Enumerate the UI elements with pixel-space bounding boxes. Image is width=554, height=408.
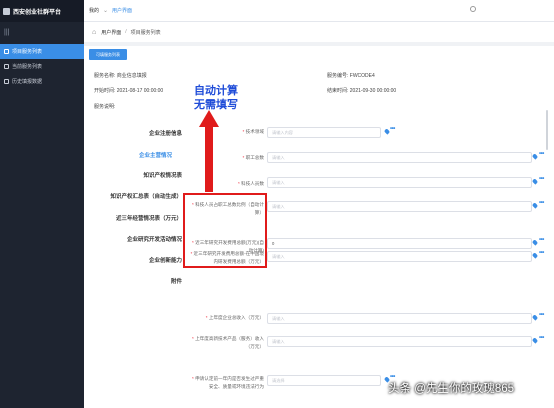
more-icon[interactable]: ••• — [539, 151, 544, 157]
form-nav-registration[interactable]: 企业注册信息 — [84, 129, 182, 137]
arrow-shaft — [205, 127, 213, 192]
form-nav-rd-activity[interactable]: 企业研究开发活动情况 — [84, 235, 182, 243]
brand-bar: 西安创业社群平台 — [0, 0, 84, 22]
more-icon[interactable]: ••• — [539, 312, 544, 318]
form-nav-main-business[interactable]: 企业主营情况 — [74, 151, 172, 159]
tech-staff-ratio-input[interactable]: 请输入 — [267, 201, 532, 212]
top-nav-current[interactable]: 用户界面 — [112, 7, 132, 14]
sidebar-item-label: 历史填报数据 — [12, 79, 43, 85]
form-nav-innovation[interactable]: 企业创新能力 — [84, 256, 182, 264]
breadcrumb: ⌂ 用户界面 / 项目服务列表 — [84, 22, 554, 42]
home-icon[interactable]: ⌂ — [92, 29, 96, 36]
scrollbar[interactable] — [546, 110, 548, 150]
breadcrumb-separator: / — [125, 29, 127, 35]
sidebar-item-label: 项目服务列表 — [12, 49, 43, 55]
breadcrumb-item-current: 项目服务列表 — [130, 29, 161, 36]
more-icon[interactable]: ••• — [390, 126, 395, 132]
menu-lines-icon[interactable]: ||| — [0, 22, 84, 42]
app-root: 西安创业社群平台 ||| 项目服务列表 当前服务列表 历史填报数据 我的 ⌄ 用… — [0, 0, 554, 408]
more-icon[interactable]: ••• — [539, 200, 544, 206]
logo-icon — [3, 7, 10, 15]
field-label: * 职工总数 — [242, 155, 264, 160]
employee-count-input[interactable]: 请输入 — [267, 152, 532, 163]
grid-icon — [4, 64, 9, 69]
more-icon[interactable]: ••• — [539, 176, 544, 182]
chevron-down-icon: ⌄ — [103, 8, 109, 14]
tech-staff-count-input[interactable]: 请输入 — [267, 177, 532, 188]
domestic-rd-expense-input[interactable]: 请输入 — [267, 251, 532, 262]
sidebar-item-current-services[interactable]: 当前服务列表 — [0, 59, 84, 74]
sidebar: 西安创业社群平台 ||| 项目服务列表 当前服务列表 历史填报数据 — [0, 0, 84, 408]
hightech-revenue-input[interactable]: 请输入 — [267, 336, 532, 347]
service-name-row: 服务名称: 商业信息填报 — [94, 72, 147, 79]
service-no-value: FWCODE4 — [349, 73, 375, 79]
sidebar-item-history[interactable]: 历史填报数据 — [0, 74, 84, 89]
start-time-row: 开始时间: 2021-08-17 00:00:00 — [94, 87, 163, 94]
field-label: * 技术领域 — [242, 129, 264, 134]
tech-field-select[interactable]: 请输入内容 — [267, 127, 381, 138]
more-icon[interactable]: ••• — [539, 237, 544, 243]
start-time-label: 开始时间: — [94, 88, 116, 94]
service-name-value: 商业信息填报 — [116, 73, 147, 79]
start-time-value: 2021-08-17 00:00:00 — [116, 88, 164, 94]
sidebar-item-label: 当前服务列表 — [12, 64, 43, 70]
total-revenue-input[interactable]: 请输入 — [267, 313, 532, 324]
brand-title: 西安创业社群平台 — [13, 9, 62, 16]
main-panel: 可填服务列表 服务名称: 商业信息填报 服务编号: FWCODE4 开始时间: … — [84, 42, 554, 408]
more-icon[interactable]: ••• — [539, 250, 544, 256]
form-nav-operations[interactable]: 近三年经营情况表（万元） — [84, 214, 182, 222]
end-time-row: 结束时间: 2021-09-30 00:00:00 — [327, 87, 396, 94]
sidebar-item-project-services[interactable]: 项目服务列表 — [0, 44, 84, 59]
watermark: 头条 @先生你的玫瑰865 — [388, 383, 515, 395]
more-icon[interactable]: ••• — [539, 335, 544, 341]
grid-icon — [4, 79, 9, 84]
service-name-label: 服务名称: — [94, 73, 116, 79]
info-icon[interactable] — [470, 6, 476, 12]
arrow-up-icon — [199, 110, 219, 127]
end-time-label: 结束时间: — [327, 88, 349, 94]
form-nav-attachments[interactable]: 附件 — [84, 277, 182, 285]
highlight-box — [183, 193, 267, 268]
violation-select[interactable]: 请选择 — [267, 375, 381, 386]
field-label: * 上年度高新技术产品（服务）收入（万元） — [192, 336, 264, 349]
rd-expense-total-input[interactable]: 0 — [267, 238, 532, 249]
service-desc-label: 服务说明: — [94, 104, 116, 110]
field-label: * 上年度企业总收入（万元） — [205, 315, 264, 320]
breadcrumb-item[interactable]: 用户界面 — [101, 29, 121, 36]
grid-icon — [4, 49, 9, 54]
form-nav-ip-status[interactable]: 知识产权情况表 — [84, 171, 182, 179]
service-list-button[interactable]: 可填服务列表 — [89, 49, 127, 60]
top-nav-home[interactable]: 我的 — [89, 7, 99, 14]
field-label: * 科技人员数 — [237, 181, 264, 186]
service-no-label: 服务编号: — [327, 73, 349, 79]
annotation-no-fill: 无需填写 — [194, 99, 238, 111]
form-nav-ip-summary[interactable]: 知识产权汇总表（自动生成） — [84, 192, 182, 200]
service-no-row: 服务编号: FWCODE4 — [327, 72, 375, 79]
top-header: 我的 ⌄ 用户界面 — [84, 0, 554, 22]
field-label: * 申请认定前一年内是否发生过严重安全、质量或环境违法行为 — [192, 376, 264, 389]
end-time-value: 2021-09-30 00:00:00 — [349, 88, 397, 94]
